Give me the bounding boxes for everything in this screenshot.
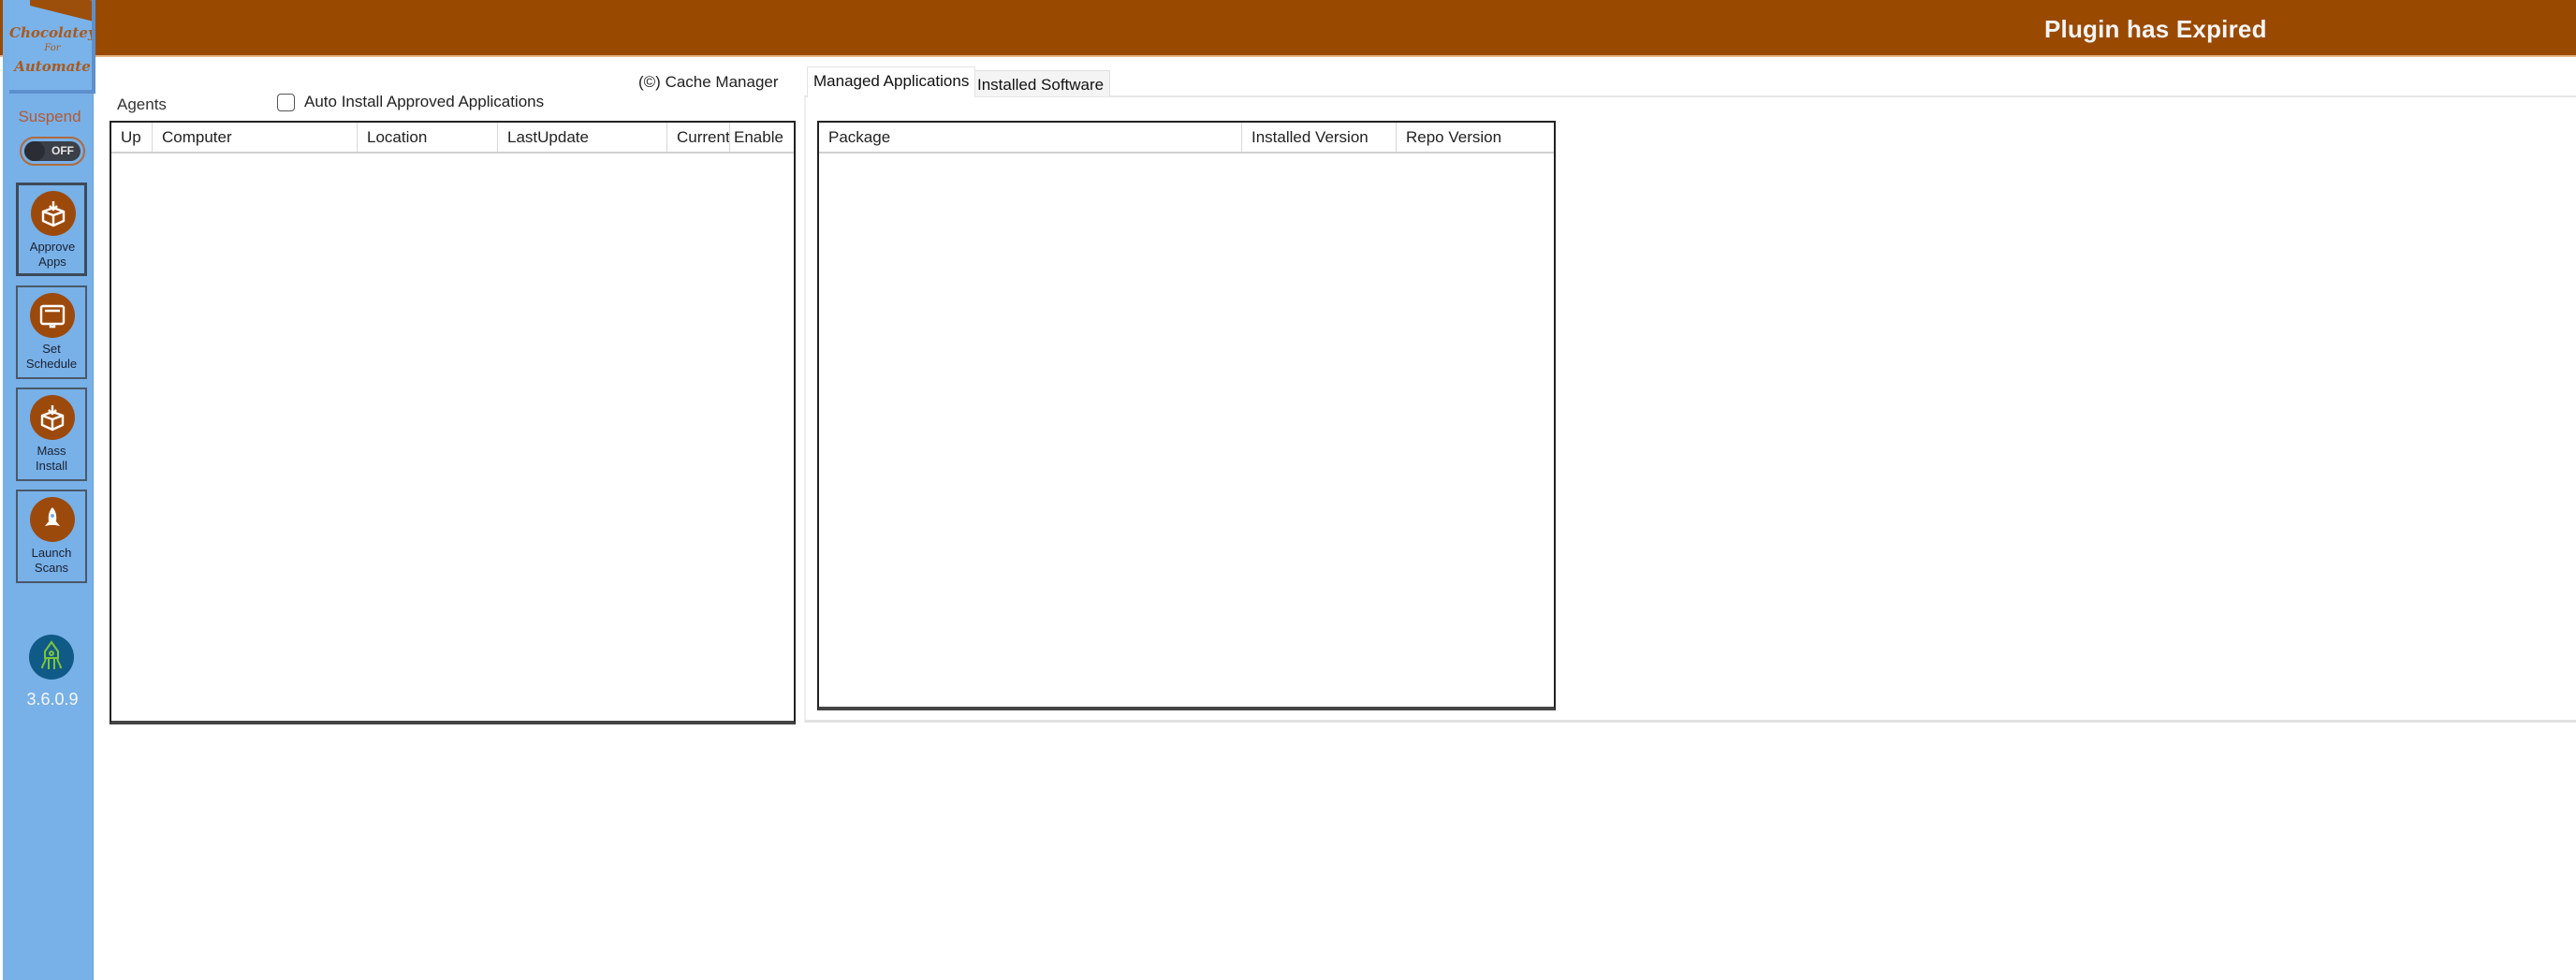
approve-apps-button[interactable]: Approve Apps [16, 183, 87, 276]
app-window: Plugin has Expired Chocolatey For Automa… [0, 0, 2576, 980]
label-line-2: Apps [38, 255, 66, 269]
agents-table-header: Up Computer Location LastUpdate Current … [111, 123, 794, 154]
sidebar: Chocolatey For Automate Suspend OFF Appr… [3, 0, 95, 980]
label-line-2: Install [36, 459, 67, 473]
package-download-icon [30, 395, 75, 440]
launch-scans-label: Launch Scans [18, 546, 85, 576]
chocolatey-logo: Chocolatey For Automate [9, 0, 95, 94]
column-current[interactable]: Current [667, 123, 730, 152]
package-download-icon [31, 191, 76, 236]
mass-install-label: Mass Install [18, 444, 85, 474]
squid-logo-icon [29, 635, 74, 680]
column-package[interactable]: Package [819, 123, 1242, 152]
column-enable[interactable]: Enable [730, 123, 794, 152]
logo-chocolate-chip [30, 0, 92, 24]
expiry-banner: Plugin has Expired [0, 0, 2576, 57]
agents-table[interactable]: Up Computer Location LastUpdate Current … [110, 121, 796, 724]
managed-applications-table[interactable]: Package Installed Version Repo Version [817, 121, 1556, 710]
version-number: 3.6.0.9 [26, 690, 79, 709]
cache-manager-link[interactable]: (©) Cache Manager [638, 73, 779, 92]
tab-installed-software[interactable]: Installed Software [971, 70, 1111, 96]
column-location[interactable]: Location [358, 123, 498, 152]
label-line-1: Set [42, 342, 61, 356]
label-line-1: Mass [37, 444, 66, 458]
column-lastupdate[interactable]: LastUpdate [498, 123, 667, 152]
label-line-1: Approve [29, 240, 76, 254]
managed-applications-header: Package Installed Version Repo Version [819, 123, 1554, 154]
approve-apps-label: Approve Apps [19, 240, 86, 270]
label-line-2: Scans [34, 561, 69, 575]
set-schedule-button[interactable]: Set Schedule [16, 285, 87, 379]
column-installed-version[interactable]: Installed Version [1242, 123, 1397, 152]
auto-install-checkbox[interactable]: Auto Install Approved Applications [277, 93, 544, 111]
column-up[interactable]: Up [111, 123, 153, 152]
tablet-screen-icon [30, 293, 75, 338]
logo-line-3: Automate [14, 58, 91, 75]
toggle-state-text: OFF [51, 144, 74, 157]
mass-install-button[interactable]: Mass Install [16, 388, 87, 481]
banner-message: Plugin has Expired [2044, 15, 2267, 43]
logo-line-1: Chocolatey [9, 24, 95, 41]
label-line-2: Schedule [25, 357, 78, 371]
auto-install-label: Auto Install Approved Applications [304, 93, 545, 110]
column-computer[interactable]: Computer [153, 123, 358, 152]
label-line-1: Launch [31, 546, 72, 560]
toggle-knob [24, 141, 45, 161]
agents-title: Agents [117, 95, 167, 113]
column-repo-version[interactable]: Repo Version [1397, 123, 1554, 152]
rocket-icon [30, 497, 75, 542]
suspend-toggle[interactable]: OFF [20, 137, 85, 166]
logo-line-2: For [44, 43, 61, 53]
suspend-label: Suspend [18, 108, 81, 125]
checkbox-box[interactable] [277, 93, 295, 111]
toggle-track: OFF [24, 141, 80, 161]
launch-scans-button[interactable]: Launch Scans [16, 490, 87, 583]
tab-managed-applications[interactable]: Managed Applications [807, 66, 976, 97]
set-schedule-label: Set Schedule [18, 342, 85, 372]
